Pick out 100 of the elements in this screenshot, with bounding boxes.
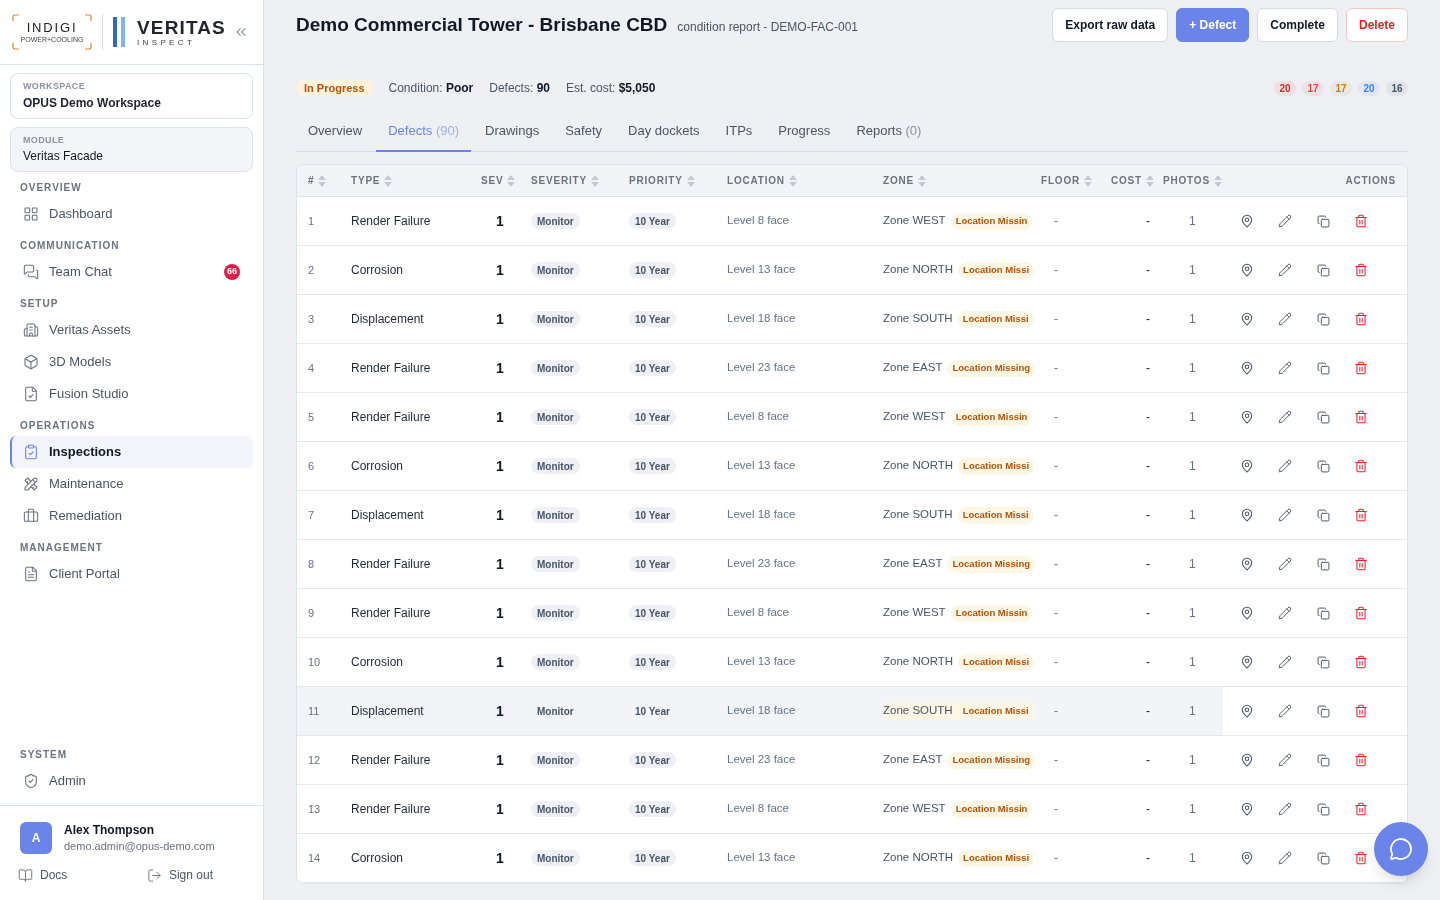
column-header[interactable]: LOCATION bbox=[717, 165, 873, 196]
docs-link[interactable]: Docs bbox=[18, 866, 68, 884]
page-title: Demo Commercial Tower - Brisbane CBD bbox=[296, 12, 668, 37]
priority-label: 10 Year bbox=[629, 262, 676, 278]
nav-item[interactable]: Veritas Assets bbox=[10, 314, 253, 346]
severity-count-badge: 20 bbox=[1358, 80, 1380, 96]
nav-item[interactable]: Client Portal bbox=[10, 558, 253, 590]
nav-item[interactable]: Admin bbox=[10, 765, 253, 797]
priority-label: 10 Year bbox=[629, 556, 676, 572]
severity-label: Monitor bbox=[531, 507, 580, 523]
zone-label: Zone EAST bbox=[883, 556, 943, 572]
table-cell: - bbox=[1041, 687, 1101, 735]
tab[interactable]: Reports (0) bbox=[844, 112, 934, 152]
summary-stat: Est. cost: $5,050 bbox=[566, 80, 656, 97]
copy-icon bbox=[1316, 312, 1330, 326]
priority-label: 10 Year bbox=[629, 801, 676, 817]
zone-label: Zone WEST bbox=[883, 213, 946, 229]
map-pin-icon bbox=[1240, 459, 1254, 473]
location-missing-badge: Location Missin bbox=[950, 604, 1033, 622]
location-missing-badge: Location Missing bbox=[947, 751, 1036, 769]
building-icon bbox=[23, 322, 39, 338]
header-button[interactable]: Export raw data bbox=[1052, 8, 1169, 42]
copy-icon bbox=[1316, 361, 1330, 375]
tab[interactable]: Drawings bbox=[473, 112, 552, 152]
tools-icon bbox=[23, 476, 39, 492]
nav-item[interactable]: Maintenance bbox=[10, 468, 253, 500]
nav-item[interactable]: Team Chat 66 bbox=[10, 256, 253, 288]
column-header[interactable]: # bbox=[297, 165, 341, 196]
nav-item[interactable]: Fusion Studio bbox=[10, 378, 253, 410]
column-header[interactable]: PRIORITY bbox=[619, 165, 717, 196]
map-pin-icon bbox=[1240, 312, 1254, 326]
column-header[interactable]: SEVERITY bbox=[521, 165, 619, 196]
map-pin-icon bbox=[1240, 655, 1254, 669]
pencil-icon bbox=[1278, 312, 1292, 326]
nav-section-heading: OVERVIEW bbox=[19, 180, 83, 195]
copy-icon bbox=[1316, 263, 1330, 277]
map-pin-icon bbox=[1240, 851, 1254, 865]
zone-label: Zone NORTH bbox=[883, 850, 954, 866]
pencil-icon bbox=[1278, 410, 1292, 424]
column-header[interactable]: SEV bbox=[471, 165, 521, 196]
column-header[interactable]: FLOOR bbox=[1041, 165, 1101, 196]
pencil-icon bbox=[1278, 459, 1292, 473]
nav-item[interactable]: Inspections bbox=[10, 436, 253, 468]
header-button[interactable]: Delete bbox=[1345, 8, 1408, 42]
chat-button[interactable] bbox=[1374, 822, 1428, 876]
book-icon bbox=[18, 867, 33, 883]
trash-icon bbox=[1354, 508, 1368, 522]
priority-label: 10 Year bbox=[629, 850, 676, 866]
nav-item[interactable]: Dashboard bbox=[10, 198, 253, 230]
pencil-icon bbox=[1278, 263, 1292, 277]
tab[interactable]: Day dockets bbox=[616, 112, 712, 152]
brand-name: INDIGI bbox=[26, 20, 78, 35]
copy-icon bbox=[1316, 655, 1330, 669]
trash-icon bbox=[1354, 263, 1368, 277]
table-cell: Level 18 face bbox=[717, 687, 873, 735]
priority-label: 10 Year bbox=[629, 213, 676, 229]
table-cell: - bbox=[1101, 687, 1153, 735]
column-header[interactable]: COST bbox=[1101, 165, 1153, 196]
workspace-card[interactable]: WORKSPACE OPUS Demo Workspace bbox=[10, 73, 253, 119]
severity-label: Monitor bbox=[531, 262, 580, 278]
trash-icon bbox=[1354, 655, 1368, 669]
priority-label: 10 Year bbox=[629, 360, 676, 376]
location-missing-badge: Location Missin bbox=[950, 800, 1033, 818]
nav-item[interactable]: Remediation bbox=[10, 500, 253, 532]
column-header[interactable]: TYPE bbox=[341, 165, 471, 196]
map-pin-icon bbox=[1240, 557, 1254, 571]
zone-label: Zone NORTH bbox=[883, 262, 954, 278]
tab[interactable]: Progress bbox=[766, 112, 843, 152]
pencil-icon bbox=[1278, 753, 1292, 767]
table-cell: Displacement bbox=[341, 687, 471, 735]
trash-icon bbox=[1354, 704, 1368, 718]
trash-icon bbox=[1354, 557, 1368, 571]
table-cell: 1 bbox=[1153, 687, 1223, 735]
map-pin-icon bbox=[1240, 214, 1254, 228]
user-email: demo.admin@opus-demo.com bbox=[64, 839, 215, 854]
module-label: MODULE bbox=[23, 133, 66, 147]
tab[interactable]: Safety bbox=[553, 112, 615, 152]
header-button[interactable]: Complete bbox=[1257, 8, 1338, 42]
sign-out-link[interactable]: Sign out bbox=[146, 866, 213, 884]
map-pin-icon bbox=[1240, 606, 1254, 620]
nav-item[interactable]: 3D Models bbox=[10, 346, 253, 378]
trash-icon bbox=[1354, 214, 1368, 228]
copy-icon bbox=[1316, 851, 1330, 865]
summary-stat: Defects: 90 bbox=[489, 80, 550, 97]
table-cell: 1 bbox=[471, 687, 521, 735]
copy-icon bbox=[1316, 606, 1330, 620]
severity-count-badge: 16 bbox=[1386, 80, 1408, 96]
column-header[interactable]: ZONE bbox=[873, 165, 1041, 196]
module-card[interactable]: MODULE Veritas Facade bbox=[10, 126, 253, 172]
tab[interactable]: Overview bbox=[296, 112, 375, 152]
zone-label: Zone SOUTH bbox=[883, 507, 953, 523]
column-header[interactable]: PHOTOS bbox=[1153, 165, 1223, 196]
briefcase-icon bbox=[23, 508, 39, 524]
copy-icon bbox=[1316, 753, 1330, 767]
exit-icon bbox=[146, 867, 162, 883]
trash-icon bbox=[1354, 361, 1368, 375]
severity-label: Monitor bbox=[531, 409, 580, 425]
tab[interactable]: ITPs bbox=[713, 112, 765, 152]
nav-section-heading: COMMUNICATION bbox=[19, 238, 121, 253]
priority-label: 10 Year bbox=[629, 752, 676, 768]
